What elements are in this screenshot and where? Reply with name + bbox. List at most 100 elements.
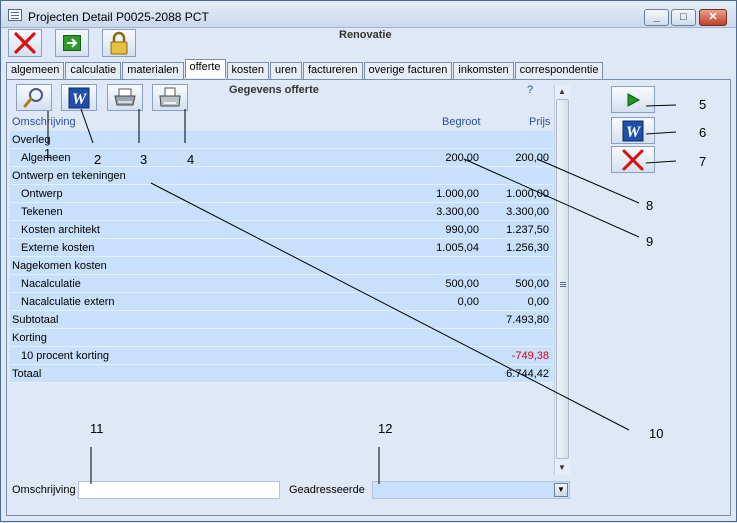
callout-1: 1 — [44, 146, 52, 161]
table-row[interactable]: Algemeen 200,00 200,00 — [10, 149, 553, 167]
printer-2-icon — [153, 85, 187, 110]
minimize-button[interactable]: _ — [644, 9, 669, 26]
word-export-button[interactable]: W — [611, 117, 655, 144]
window: Projecten Detail P0025-2088 PCT _ □ ✕ Re… — [0, 0, 737, 522]
tab-calculatie[interactable]: calculatie — [65, 62, 122, 79]
next-button[interactable] — [611, 86, 655, 113]
print-button[interactable] — [107, 84, 143, 111]
scroll-up-icon[interactable]: ▲ — [558, 87, 566, 96]
row-begroot: 3.300,00 — [436, 206, 479, 218]
row-label: Totaal — [12, 368, 42, 380]
column-header-prijs[interactable]: Prijs — [529, 116, 550, 128]
row-label: Ontwerp — [21, 188, 63, 200]
table-row[interactable]: Tekenen 3.300,00 3.300,00 — [10, 203, 553, 221]
row-begroot: 1.000,00 — [436, 188, 479, 200]
omschrijving-label: Omschrijving — [12, 484, 76, 496]
row-begroot: 500,00 — [445, 278, 479, 290]
row-begroot: 0,00 — [457, 296, 479, 308]
row-label: Kosten architekt — [21, 224, 100, 236]
table-row[interactable]: Totaal 6.744,42 — [10, 365, 553, 383]
row-label: Nacalculatie extern — [21, 296, 115, 308]
scroll-grip-icon — [560, 282, 566, 283]
table-row[interactable]: Externe kosten 1.005,04 1.256,30 — [10, 239, 553, 257]
row-label: Nacalculatie — [21, 278, 81, 290]
row-begroot: 990,00 — [445, 224, 479, 236]
vertical-scrollbar[interactable]: ▲ ▼ — [554, 85, 570, 475]
table-row[interactable]: Nagekomen kosten — [10, 257, 553, 275]
row-begroot: 200,00 — [445, 152, 479, 164]
callout-2: 2 — [94, 152, 102, 167]
table-row[interactable]: 10 procent korting -749,38 — [10, 347, 553, 365]
word-button[interactable]: W — [61, 84, 97, 111]
maximize-button[interactable]: □ — [671, 9, 696, 26]
callout-6: 6 — [699, 125, 707, 140]
tab-offerte[interactable]: offerte — [184, 59, 226, 78]
tab-uren[interactable]: uren — [269, 62, 302, 79]
row-prijs: 1.256,30 — [506, 242, 549, 254]
offerte-grid: Overleg Algemeen 200,00 200,00 Ontwerp en te… — [10, 131, 553, 383]
row-label: Ontwerp en tekeningen — [12, 170, 126, 182]
row-prijs: 1.000,00 — [506, 188, 549, 200]
row-prijs: 1.237,50 — [506, 224, 549, 236]
tab-inkomsten[interactable]: inkomsten — [453, 62, 514, 79]
cancel-button[interactable] — [8, 29, 42, 57]
red-x-icon — [612, 147, 654, 172]
callout-8: 8 — [646, 198, 654, 213]
column-header-begroot[interactable]: Begroot — [442, 116, 481, 128]
scroll-thumb[interactable] — [556, 99, 569, 459]
tab-materialen[interactable]: materialen — [122, 62, 184, 79]
tab-factureren[interactable]: factureren — [303, 62, 363, 79]
print-preview-button[interactable] — [152, 84, 188, 111]
geadresseerde-label: Geadresseerde — [289, 484, 365, 496]
callout-4: 4 — [187, 152, 195, 167]
row-prijs: 500,00 — [515, 278, 549, 290]
scroll-down-icon[interactable]: ▼ — [558, 463, 566, 472]
title-bar: Projecten Detail P0025-2088 PCT _ □ ✕ — [1, 1, 736, 28]
row-label: Korting — [12, 332, 47, 344]
magnifier-icon — [17, 85, 51, 110]
help-link[interactable]: ? — [527, 84, 533, 96]
callout-5: 5 — [699, 97, 707, 112]
close-button[interactable]: ✕ — [699, 9, 727, 26]
omschrijving-field[interactable] — [78, 481, 280, 499]
callout-7: 7 — [699, 154, 707, 169]
table-row[interactable]: Nacalculatie 500,00 500,00 — [10, 275, 553, 293]
section-title: Gegevens offerte — [229, 84, 319, 96]
tab-algemeen[interactable]: algemeen — [6, 62, 65, 79]
row-prijs: 6.744,42 — [506, 368, 549, 380]
table-row[interactable]: Ontwerp en tekeningen — [10, 167, 553, 185]
tab-overige-facturen[interactable]: overige facturen — [363, 62, 453, 79]
save-exit-button[interactable] — [55, 29, 89, 57]
lock-button[interactable] — [102, 29, 136, 57]
row-prijs: 7.493,80 — [506, 314, 549, 326]
geadresseerde-select[interactable] — [372, 481, 570, 499]
table-row[interactable]: Ontwerp 1.000,00 1.000,00 — [10, 185, 553, 203]
row-label: 10 procent korting — [21, 350, 110, 362]
chevron-down-icon[interactable]: ▼ — [554, 483, 568, 497]
column-header-omschrijving[interactable]: Omschrijving — [12, 116, 76, 128]
delete-button[interactable] — [611, 146, 655, 173]
callout-10: 10 — [649, 426, 664, 441]
tab-correspondentie[interactable]: correspondentie — [514, 62, 604, 79]
row-begroot: 1.005,04 — [436, 242, 479, 254]
svg-text:W: W — [72, 91, 88, 108]
table-row[interactable]: Subtotaal 7.493,80 — [10, 311, 553, 329]
lock-icon — [103, 30, 135, 56]
callout-12: 12 — [378, 421, 393, 436]
tab-kosten[interactable]: kosten — [226, 62, 269, 79]
row-label: Subtotaal — [12, 314, 59, 326]
row-label: Nagekomen kosten — [12, 260, 107, 272]
table-row[interactable]: Overleg — [10, 131, 553, 149]
callout-11: 11 — [90, 421, 104, 436]
red-x-icon — [9, 30, 41, 56]
table-row[interactable]: Kosten architekt 990,00 1.237,50 — [10, 221, 553, 239]
play-icon — [612, 87, 654, 112]
word-icon: W — [62, 85, 96, 110]
callout-3: 3 — [140, 152, 148, 167]
table-row[interactable]: Nacalculatie extern 0,00 0,00 — [10, 293, 553, 311]
row-label: Externe kosten — [21, 242, 95, 254]
green-arrow-icon — [56, 30, 88, 56]
row-prijs: 0,00 — [527, 296, 549, 308]
search-button[interactable] — [16, 84, 52, 111]
table-row[interactable]: Korting — [10, 329, 553, 347]
